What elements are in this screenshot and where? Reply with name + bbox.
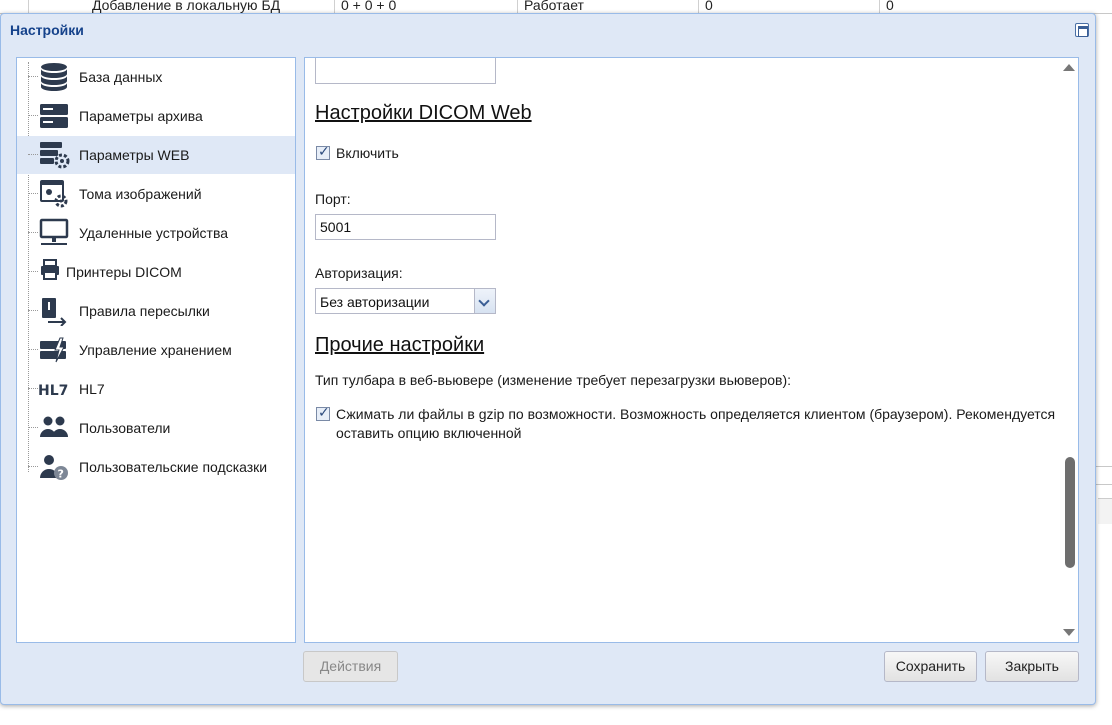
port-input[interactable] — [315, 214, 496, 240]
maximize-icon[interactable] — [1075, 23, 1089, 37]
monitor-network-icon — [39, 218, 69, 245]
sidebar-item-label: Удаленные устройства — [79, 225, 229, 241]
sidebar-item-label: Параметры WEB — [79, 147, 190, 163]
dicom-web-heading: Настройки DICOM Web — [315, 102, 532, 124]
content-scrollbar[interactable] — [1062, 58, 1078, 642]
sidebar-item-storage-management[interactable]: Управление хранением — [17, 331, 295, 369]
sidebar-item-remote-devices[interactable]: Удаленные устройства — [17, 214, 295, 252]
sidebar-item-users[interactable]: Пользователи — [17, 409, 295, 447]
bg-cell-empty — [28, 0, 61, 14]
user-help-icon: ? — [40, 455, 68, 481]
storage-lightning-icon — [40, 337, 66, 363]
enable-dicom-web-checkbox[interactable] — [316, 144, 330, 160]
scroll-down-arrow-icon[interactable] — [1063, 629, 1075, 636]
sidebar-item-web-params[interactable]: Параметры WEB — [17, 136, 295, 174]
other-settings-heading: Прочие настройки — [315, 334, 485, 356]
sidebar-item-label: Пользователи — [79, 420, 171, 436]
gzip-checkbox[interactable] — [316, 405, 330, 421]
bg-cell-value2: 0 — [698, 0, 879, 14]
settings-dialog: Настройки База данных Параметры архива П… — [0, 13, 1096, 705]
sidebar-item-database[interactable]: База данных — [17, 58, 295, 96]
printer-icon — [41, 259, 59, 280]
gzip-label: Сжимать ли файлы в gzip по возможности. … — [336, 406, 1056, 441]
bg-cell-name: Добавление в локальную БД — [92, 0, 281, 13]
image-volume-gear-icon — [40, 180, 68, 208]
sidebar-item-label: База данных — [79, 69, 163, 85]
bg-cell-empty — [0, 0, 28, 14]
dialog-titlebar[interactable]: Настройки — [1, 14, 1095, 46]
web-server-gear-icon — [40, 142, 70, 169]
sidebar-item-label: Принтеры DICOM — [66, 264, 182, 280]
actions-button[interactable]: Действия — [303, 651, 398, 682]
background-table: Добавление в локальную БД 0 + 0 + 0 Рабо… — [0, 0, 1112, 14]
scroll-up-arrow-icon[interactable] — [1063, 64, 1075, 71]
sidebar-item-archive-params[interactable]: Параметры архива — [17, 97, 295, 135]
sidebar-item-label: Правила пересылки — [79, 303, 210, 319]
port-label: Порт: — [315, 191, 351, 207]
sidebar-item-label: Пользовательские подсказки — [79, 459, 268, 475]
sidebar-item-label: HL7 — [79, 381, 105, 397]
auth-selected-value: Без авторизации — [320, 294, 430, 310]
background-table-row: Добавление в локальную БД 0 + 0 + 0 Рабо… — [0, 0, 1112, 14]
sidebar-item-label: Тома изображений — [79, 186, 202, 202]
previous-field-input[interactable] — [315, 58, 496, 84]
bg-cell-value1: 0 + 0 + 0 — [334, 0, 517, 14]
hl7-icon: HL7 — [38, 383, 68, 399]
sidebar-item-image-volumes[interactable]: Тома изображений — [17, 175, 295, 213]
sidebar-item-user-hints[interactable]: ? Пользовательские подсказки — [17, 448, 295, 486]
database-icon — [41, 63, 67, 91]
svg-text:HL7: HL7 — [38, 383, 68, 399]
server-icon — [40, 104, 68, 128]
auth-select[interactable]: Без авторизации — [315, 288, 496, 314]
sidebar-item-hl7[interactable]: HL7 HL7 — [17, 370, 295, 408]
chevron-down-icon[interactable] — [474, 289, 495, 313]
svg-text:?: ? — [58, 468, 64, 481]
document-forward-icon — [42, 298, 67, 326]
background-grid-fragment — [1094, 462, 1112, 524]
bg-cell-status: Работает — [517, 0, 698, 14]
sidebar-item-label: Параметры архива — [79, 108, 203, 124]
users-icon — [40, 416, 68, 437]
toolbar-type-label: Тип тулбара в веб-вьювере (изменение тре… — [315, 372, 792, 388]
sidebar-item-dicom-printers[interactable]: Принтеры DICOM — [17, 253, 295, 291]
bg-cell-value3: 0 — [879, 0, 1112, 14]
dialog-title: Настройки — [10, 22, 84, 38]
scroll-thumb[interactable] — [1065, 457, 1075, 568]
sidebar-item-label: Управление хранением — [79, 342, 232, 358]
auth-label: Авторизация: — [315, 265, 403, 281]
settings-content-panel: Настройки DICOM Web Включить Порт: Автор… — [304, 57, 1079, 643]
settings-nav-tree: База данных Параметры архива Параметры W… — [16, 57, 296, 643]
sidebar-item-forwarding-rules[interactable]: Правила пересылки — [17, 292, 295, 330]
save-button[interactable]: Сохранить — [884, 651, 977, 682]
enable-dicom-web-label: Включить — [336, 145, 399, 161]
close-button[interactable]: Закрыть — [985, 651, 1079, 682]
